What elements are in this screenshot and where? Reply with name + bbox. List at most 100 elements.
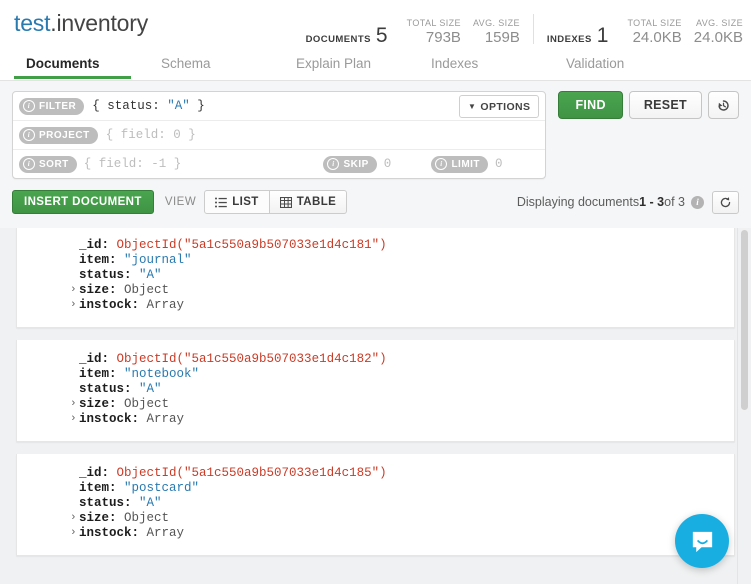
query-history-button[interactable] bbox=[708, 91, 739, 119]
documents-toolbar: INSERT DOCUMENT VIEW LIST bbox=[0, 187, 751, 217]
documents-count: DOCUMENTS 5 bbox=[306, 25, 388, 46]
documents-label: DOCUMENTS bbox=[306, 34, 371, 45]
chat-launcher-button[interactable] bbox=[675, 514, 729, 568]
sort-badge[interactable]: i SORT bbox=[19, 156, 77, 173]
view-table-label: TABLE bbox=[297, 196, 336, 208]
document-list-scrollbar[interactable] bbox=[737, 228, 751, 584]
options-toggle-button[interactable]: ▼OPTIONS bbox=[459, 95, 539, 118]
document-field-status: status: "A" bbox=[17, 268, 734, 283]
tab-validation[interactable]: Validation bbox=[566, 52, 701, 78]
field-value-id: ObjectId("5a1c550a9b507033e1d4c185") bbox=[117, 466, 387, 480]
skip-badge-label: SKIP bbox=[343, 159, 368, 170]
project-row: i PROJECT { field: 0 } bbox=[13, 121, 545, 150]
document-field-item: item: "notebook" bbox=[17, 367, 734, 382]
skip-badge[interactable]: iSKIP bbox=[323, 156, 376, 173]
expand-chevron-icon[interactable]: › bbox=[70, 526, 77, 541]
document-field-size: › size: Object bbox=[17, 397, 734, 412]
field-value-status: "A" bbox=[139, 268, 162, 282]
field-value-instock: Array bbox=[147, 298, 185, 312]
skip-input[interactable]: 0 bbox=[384, 157, 432, 171]
project-badge[interactable]: i PROJECT bbox=[19, 127, 98, 144]
view-list-label: LIST bbox=[232, 196, 259, 208]
document-list[interactable]: _id: ObjectId("5a1c550a9b507033e1d4c181"… bbox=[0, 228, 751, 584]
documents-total-size: TOTAL SIZE 793B bbox=[407, 17, 461, 46]
tab-indexes[interactable]: Indexes bbox=[431, 52, 566, 78]
database-name: test bbox=[14, 10, 50, 36]
documents-avg-size: AVG. SIZE 159B bbox=[473, 17, 520, 46]
field-key-item: item: bbox=[79, 253, 117, 267]
find-button[interactable]: FIND bbox=[558, 91, 622, 119]
field-value-instock: Array bbox=[147, 412, 185, 426]
query-bar: iFILTER { status: "A" } ▼OPTIONS iPROJEC… bbox=[0, 81, 751, 187]
field-key-item: item: bbox=[79, 367, 117, 381]
document-card[interactable]: _id: ObjectId("5a1c550a9b507033e1d4c182"… bbox=[16, 340, 735, 442]
view-table-button[interactable]: TABLE bbox=[270, 190, 347, 214]
filter-row: iFILTER { status: "A" } ▼OPTIONS bbox=[13, 92, 545, 121]
view-list-button[interactable]: LIST bbox=[204, 190, 270, 214]
expand-chevron-icon[interactable]: › bbox=[70, 397, 77, 412]
reset-button[interactable]: RESET bbox=[629, 91, 702, 119]
limit-input[interactable]: 0 bbox=[495, 157, 539, 171]
documents-stats-group: DOCUMENTS 5 TOTAL SIZE 793B AVG. SIZE 15… bbox=[306, 17, 520, 46]
query-box: iFILTER { status: "A" } ▼OPTIONS iPROJEC… bbox=[12, 91, 546, 179]
sort-badge-label: SORT bbox=[39, 159, 69, 170]
refresh-documents-button[interactable] bbox=[712, 191, 739, 214]
indexes-total-size-value: 24.0KB bbox=[627, 29, 681, 46]
limit-badge[interactable]: iLIMIT bbox=[431, 156, 488, 173]
document-field-instock: › instock: Array bbox=[17, 526, 734, 541]
project-badge-label: PROJECT bbox=[39, 130, 90, 141]
displaying-prefix: Displaying documents bbox=[517, 195, 639, 209]
skip-slot: iSKIP 0 bbox=[323, 156, 431, 173]
info-icon: i bbox=[23, 100, 35, 112]
tab-schema[interactable]: Schema bbox=[161, 52, 296, 78]
insert-document-button[interactable]: INSERT DOCUMENT bbox=[12, 190, 154, 214]
view-switcher: LIST TABLE bbox=[204, 190, 347, 214]
query-actions: FIND RESET bbox=[558, 91, 739, 119]
document-field-size: › size: Object bbox=[17, 511, 734, 526]
tab-documents[interactable]: Documents bbox=[26, 52, 161, 78]
refresh-icon bbox=[719, 196, 732, 209]
indexes-avg-size-label: AVG. SIZE bbox=[694, 17, 743, 29]
filter-string-value: "A" bbox=[167, 99, 190, 113]
sort-skip-limit-row: i SORT { field: -1 } iSKIP 0 iLIMIT 0 bbox=[13, 150, 545, 178]
document-field-id: _id: ObjectId("5a1c550a9b507033e1d4c185"… bbox=[17, 466, 734, 481]
field-key-instock: instock: bbox=[79, 412, 139, 426]
document-field-instock: › instock: Array bbox=[17, 412, 734, 427]
displaying-suffix: of 3 bbox=[664, 195, 685, 209]
expand-chevron-icon[interactable]: › bbox=[70, 298, 77, 313]
document-card[interactable]: _id: ObjectId("5a1c550a9b507033e1d4c181"… bbox=[16, 228, 735, 328]
filter-badge[interactable]: i FILTER bbox=[19, 98, 84, 115]
collection-tabs: DocumentsSchemaExplain PlanIndexesValida… bbox=[0, 52, 751, 81]
displaying-documents-status: Displaying documents 1 - 3 of 3 i bbox=[517, 191, 739, 214]
field-value-size: Object bbox=[124, 397, 169, 411]
field-value-size: Object bbox=[124, 511, 169, 525]
field-value-status: "A" bbox=[139, 496, 162, 510]
documents-total-size-label: TOTAL SIZE bbox=[407, 17, 461, 29]
expand-chevron-icon[interactable]: › bbox=[70, 412, 77, 427]
scrollbar-thumb[interactable] bbox=[741, 230, 748, 410]
indexes-avg-size-value: 24.0KB bbox=[694, 29, 743, 46]
filter-badge-label: FILTER bbox=[39, 101, 76, 112]
field-value-instock: Array bbox=[147, 526, 185, 540]
sort-input[interactable]: { field: -1 } bbox=[84, 157, 324, 171]
stats-divider bbox=[533, 14, 534, 44]
tab-explain-plan[interactable]: Explain Plan bbox=[296, 52, 431, 78]
document-field-status: status: "A" bbox=[17, 382, 734, 397]
expand-chevron-icon[interactable]: › bbox=[70, 511, 77, 526]
filter-prefix: { status: bbox=[92, 99, 167, 113]
mongodb-compass-window: test.inventory DOCUMENTS 5 TOTAL SIZE 79… bbox=[0, 0, 751, 584]
field-value-item: "notebook" bbox=[124, 367, 199, 381]
indexes-total-size: TOTAL SIZE 24.0KB bbox=[627, 17, 681, 46]
project-input[interactable]: { field: 0 } bbox=[106, 128, 540, 142]
document-card[interactable]: _id: ObjectId("5a1c550a9b507033e1d4c185"… bbox=[16, 454, 735, 556]
field-value-size: Object bbox=[124, 283, 169, 297]
table-icon bbox=[280, 197, 292, 208]
expand-chevron-icon[interactable]: › bbox=[70, 283, 77, 298]
document-field-size: › size: Object bbox=[17, 283, 734, 298]
info-icon: i bbox=[23, 129, 35, 141]
info-icon: i bbox=[23, 158, 35, 170]
indexes-value: 1 bbox=[597, 25, 609, 46]
chevron-down-icon: ▼ bbox=[468, 103, 476, 111]
documents-value: 5 bbox=[376, 25, 388, 46]
displaying-info-icon[interactable]: i bbox=[691, 196, 704, 209]
